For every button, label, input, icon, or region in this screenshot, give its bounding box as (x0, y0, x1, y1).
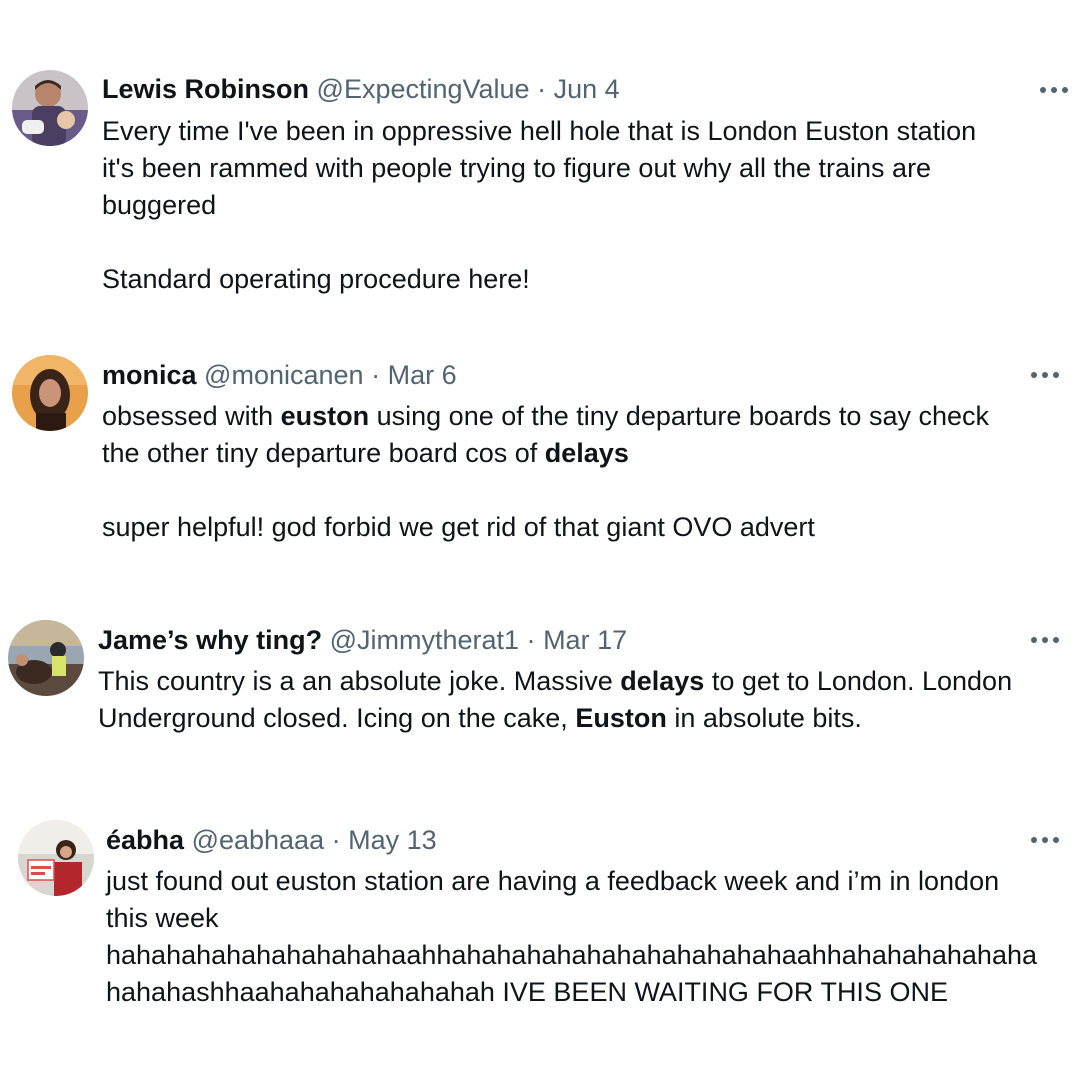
tweet-text: Every time I've been in oppressive hell … (102, 113, 976, 298)
highlight-term: delays (620, 666, 705, 696)
tweet-header: Lewis Robinson @ExpectingValue · Jun 4 (102, 72, 620, 106)
tweet-text-line: the other tiny departure board cos of de… (102, 438, 629, 468)
tweet-date[interactable]: Mar 6 (388, 360, 457, 390)
avatar[interactable] (18, 820, 94, 896)
avatar-photo-icon (12, 70, 88, 146)
separator: · (526, 625, 536, 655)
avatar[interactable] (8, 620, 84, 696)
display-name[interactable]: Jame’s why ting? (98, 625, 322, 655)
tweet-text-line: This country is a an absolute joke. Mass… (98, 666, 1013, 696)
tweet-text-line: Standard operating procedure here! (102, 264, 530, 294)
tweet-date[interactable]: Jun 4 (554, 74, 620, 104)
display-name[interactable]: Lewis Robinson (102, 74, 309, 104)
display-name[interactable]: monica (102, 360, 197, 390)
tweet-text-line: super helpful! god forbid we get rid of … (102, 512, 815, 542)
tweet-text-line: hahahahahahahahahahaahhahahahahahahahaha… (106, 940, 1037, 970)
highlight-term: Euston (575, 703, 667, 733)
more-horizontal-icon[interactable] (1040, 85, 1070, 95)
user-handle[interactable]: @eabhaaa (192, 825, 325, 855)
separator: · (537, 74, 547, 104)
highlight-term: euston (280, 401, 370, 431)
tweet-text-line: just found out euston station are having… (106, 866, 1000, 896)
tweet-text-line: obsessed with euston using one of the ti… (102, 401, 990, 431)
tweet-text-line: buggered (102, 190, 217, 220)
user-handle[interactable]: @Jimmytherat1 (330, 625, 519, 655)
more-horizontal-icon[interactable] (1031, 635, 1061, 645)
tweet-text-line: hahahashhaahahahahahahahah IVE BEEN WAIT… (106, 977, 948, 1007)
tweet-text: This country is a an absolute joke. Mass… (98, 663, 1012, 737)
avatar-photo-icon (8, 620, 84, 696)
avatar[interactable] (12, 70, 88, 146)
tweet-text-line: Underground closed. Icing on the cake, E… (98, 703, 862, 733)
tweet-header: monica @monicanen · Mar 6 (102, 358, 457, 392)
highlight-term: delays (544, 438, 629, 468)
tweet-text: just found out euston station are having… (106, 863, 1037, 1011)
tweet-text: obsessed with euston using one of the ti… (102, 398, 989, 546)
tweet-date[interactable]: May 13 (348, 825, 437, 855)
more-horizontal-icon[interactable] (1031, 835, 1061, 845)
avatar[interactable] (12, 355, 88, 431)
tweet-text-line: this week (106, 903, 219, 933)
user-handle[interactable]: @monicanen (204, 360, 364, 390)
avatar-photo-icon (18, 820, 94, 896)
avatar-photo-icon (12, 355, 88, 431)
tweet-date[interactable]: Mar 17 (543, 625, 627, 655)
more-horizontal-icon[interactable] (1031, 370, 1061, 380)
separator: · (371, 360, 381, 390)
user-handle[interactable]: @ExpectingValue (317, 74, 530, 104)
tweet-header: Jame’s why ting? @Jimmytherat1 · Mar 17 (98, 623, 627, 657)
tweet-header: éabha @eabhaaa · May 13 (106, 823, 437, 857)
tweet-text-line: Every time I've been in oppressive hell … (102, 116, 977, 146)
separator: · (331, 825, 341, 855)
tweet-text-line: it's been rammed with people trying to f… (102, 153, 932, 183)
display-name[interactable]: éabha (106, 825, 184, 855)
